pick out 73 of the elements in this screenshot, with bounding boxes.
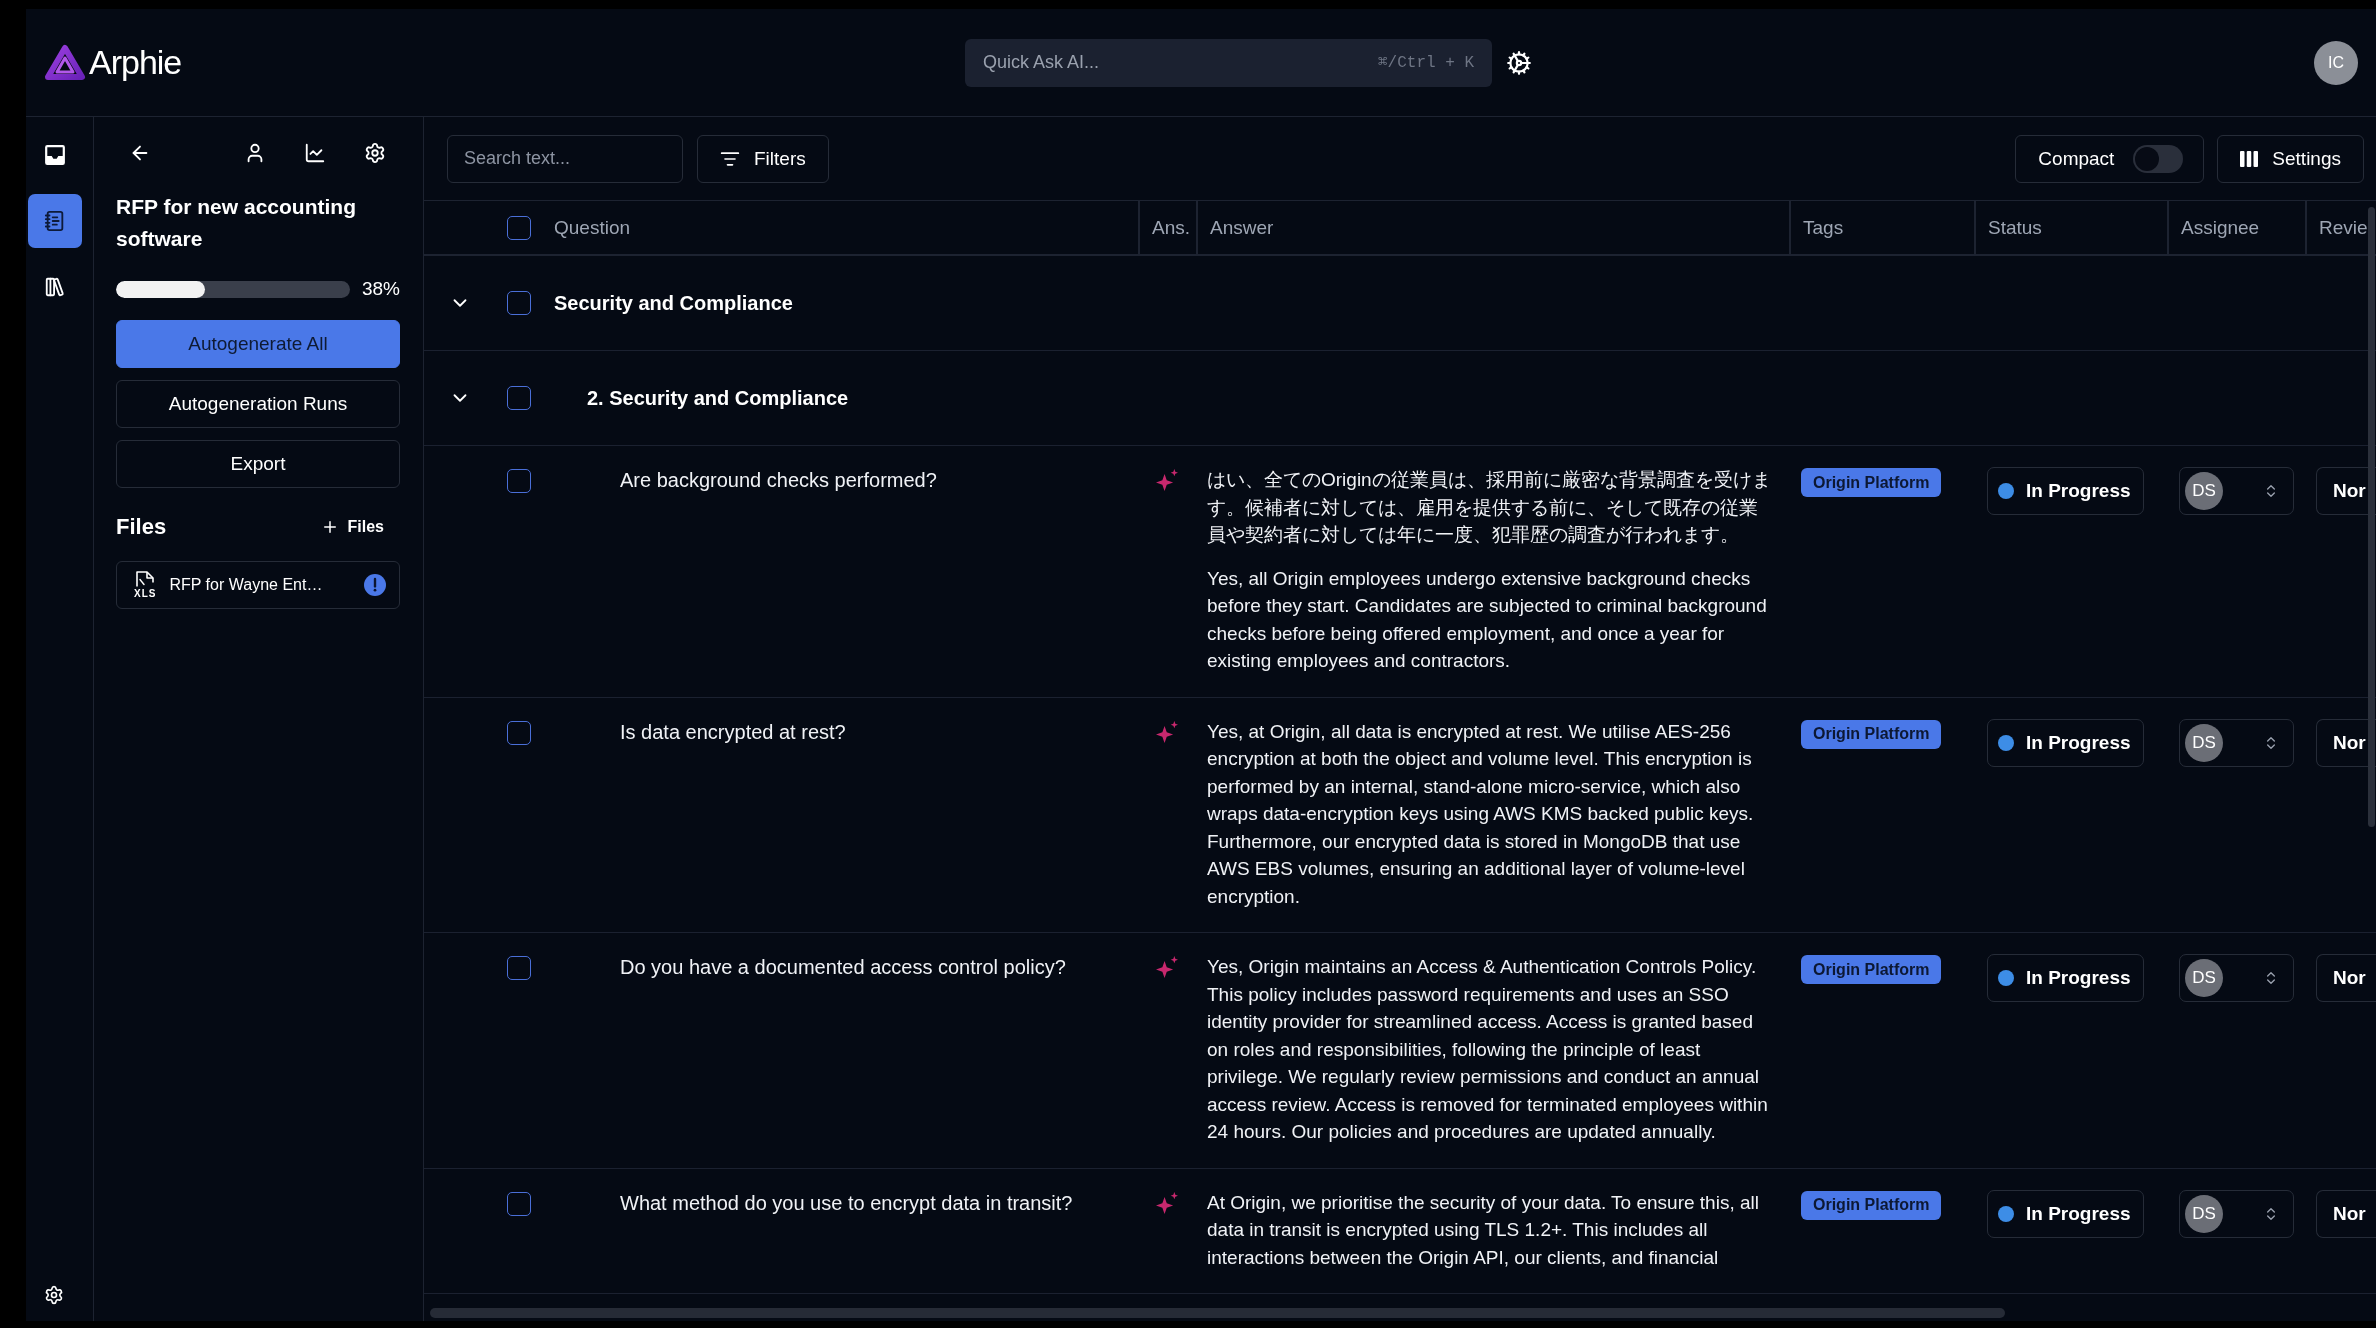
logo-icon xyxy=(44,43,86,82)
column-header[interactable]: Revie xyxy=(2319,216,2368,239)
project-title: RFP for new accounting software xyxy=(116,194,357,252)
status-select[interactable]: In Progress xyxy=(1987,467,2144,515)
columns-icon xyxy=(2240,150,2259,167)
assignee-avatar: DS xyxy=(2185,472,2223,510)
tag: Origin Platform xyxy=(1801,1190,1942,1220)
checkbox[interactable] xyxy=(507,1191,531,1216)
progress-reading: 38% xyxy=(361,278,400,300)
answer-text: Yes, all Origin employees undergo extensive background checks before they start. Candidates are subjected to criminal background checks before being offered employment, and once a year for existing employees and contractors. xyxy=(1207,566,1768,673)
add-files-button[interactable]: Files xyxy=(320,518,384,536)
checkbox[interactable] xyxy=(507,469,531,493)
column-header[interactable]: Tags xyxy=(1803,216,1844,239)
assignee-select[interactable]: DS xyxy=(2179,954,2294,1002)
sidebar-button[interactable]: Autogeneration Runs xyxy=(116,380,400,428)
checkbox[interactable] xyxy=(507,291,531,315)
line-chart-icon[interactable] xyxy=(304,142,326,164)
checkbox[interactable] xyxy=(507,956,531,980)
search-field[interactable]: Search text... xyxy=(447,134,683,183)
vertical-scrollbar[interactable] xyxy=(2368,207,2375,827)
settings-icon[interactable] xyxy=(364,142,386,164)
column-header[interactable]: Assignee xyxy=(2181,216,2260,239)
notebook-icon[interactable] xyxy=(44,210,66,232)
compact-label: Compact xyxy=(2038,147,2115,170)
file-name: RFP for Wayne Ent… xyxy=(169,576,324,594)
checkbox[interactable] xyxy=(507,386,531,410)
status-select[interactable]: In Progress xyxy=(1987,954,2144,1002)
question-text: Do you have a documented access control policy? xyxy=(620,955,1066,980)
file-icon xyxy=(136,571,155,587)
checkbox[interactable] xyxy=(507,720,531,745)
status-select[interactable]: In Progress xyxy=(1987,718,2144,767)
assignee-avatar: DS xyxy=(2185,1194,2223,1233)
assignee-select[interactable]: DS xyxy=(2179,467,2294,515)
question-text: What method do you use to encrypt data in transit? xyxy=(620,1190,1073,1216)
autogenerate-button[interactable]: Autogenerate All xyxy=(116,320,400,368)
answer-text: Yes, Origin maintains an Access & Authentication Controls Policy. This policy includes password requirements and uses an SSO identity provider for streamlined access. Access is granted based on roles and responsibilities, following the principle of least privilege. We regularly review permissions and conduct an annual access review. Access is removed for terminated employees within 24 hours. Our policies and procedures are updated annually. xyxy=(1207,955,1769,1144)
question-text: Is data encrypted at rest? xyxy=(620,719,846,745)
column-header[interactable]: Status xyxy=(1988,216,2042,239)
file-type-label: XLS xyxy=(134,588,157,599)
assignee-select[interactable]: DS xyxy=(2179,1189,2294,1238)
tag: Origin Platform xyxy=(1801,468,1942,497)
status-select[interactable]: In Progress xyxy=(1987,1189,2144,1238)
checkbox[interactable] xyxy=(507,215,531,240)
assignee-select[interactable]: DS xyxy=(2179,718,2294,767)
question-text: Are background checks performed? xyxy=(620,468,937,493)
column-header[interactable]: Answer xyxy=(1210,216,1274,239)
tag: Origin Platform xyxy=(1801,955,1942,984)
column-header[interactable]: Ans. xyxy=(1152,216,1191,239)
horizontal-scrollbar[interactable] xyxy=(430,1308,2005,1318)
inbox-icon[interactable] xyxy=(44,144,66,166)
compact-toggle[interactable]: Compact xyxy=(2015,134,2205,183)
filters-button[interactable]: Filters xyxy=(697,134,829,183)
answer-text: Yes, at Origin, all data is encrypted at rest. We utilise AES-256 encryption at both the object and volume level. This encryption is performed by an internal, stand-alone micro-service, which also wraps data-encryption keys using AWS KMS backed public keys. Furthermore, our encrypted data is stored in MongoDB that use AWS EBS volumes, ensuring an additional layer of volume-level encryption. xyxy=(1207,719,1755,909)
sidebar-button[interactable]: Export xyxy=(116,440,400,488)
section-title: 2. Security and Compliance xyxy=(587,386,849,410)
settings-icon[interactable] xyxy=(44,1285,64,1305)
answer-text: At Origin, we prioritise the security of your data. To ensure this, all data in transit is encrypted using TLS 1.2+. This includes all interactions between the Origin API, our clients, and financial xyxy=(1207,1190,1760,1270)
files-heading: Files xyxy=(116,514,167,540)
settings-button[interactable]: Settings xyxy=(2217,134,2364,183)
review-select[interactable]: Nor xyxy=(2316,954,2376,1002)
section-title: Security and Compliance xyxy=(554,291,793,315)
assignee-avatar: DS xyxy=(2185,723,2223,762)
assignee-avatar: DS xyxy=(2185,959,2223,997)
shortcut-hint: ⌘/Ctrl + K xyxy=(1377,52,1474,73)
books-icon[interactable] xyxy=(44,276,66,298)
answer-text: はい、全てのOriginの従業員は、採用前に厳密な背景調査を受けます。候補者に対しては、雇用を提供する前に、そして既存の従業員や契約者に対しては年に一度、犯罪歴の調査が行われます。 xyxy=(1207,468,1772,547)
file-item[interactable]: XLS RFP for Wayne Ent… xyxy=(116,561,400,609)
settings-icon[interactable] xyxy=(1506,49,1532,76)
column-header[interactable]: Question xyxy=(554,216,631,239)
review-select[interactable]: Nor xyxy=(2316,1189,2376,1238)
toggle-switch[interactable] xyxy=(2133,144,2184,173)
logo-text: Arphie xyxy=(89,43,182,82)
tag: Origin Platform xyxy=(1801,719,1942,749)
